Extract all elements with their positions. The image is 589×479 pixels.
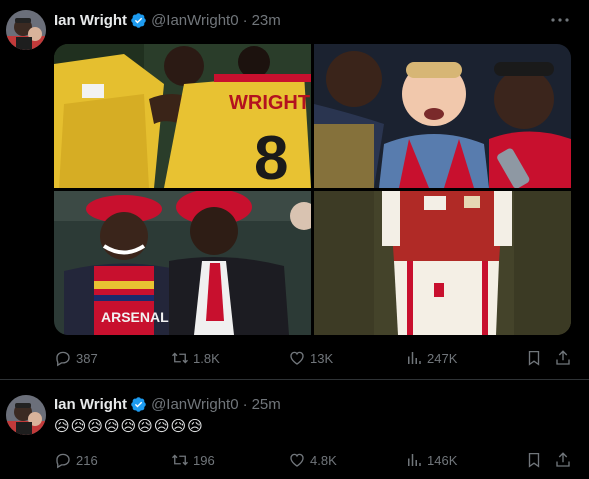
reply-icon <box>56 453 70 469</box>
retweet-button[interactable]: 196 <box>171 451 215 469</box>
more-icon[interactable] <box>549 11 571 29</box>
separator-dot: · <box>242 395 248 413</box>
jersey-name: WRIGHT <box>229 92 310 114</box>
share-button[interactable] <box>554 451 576 469</box>
view-count: 247K <box>427 350 458 366</box>
heart-icon <box>290 453 304 467</box>
bookmark-icon <box>528 350 540 366</box>
timestamp[interactable]: 23m <box>252 12 281 29</box>
avatar[interactable] <box>6 10 46 50</box>
reply-button[interactable]: 216 <box>54 451 98 469</box>
separator-dot: · <box>242 11 248 29</box>
bookmark-button[interactable] <box>525 349 547 367</box>
like-count: 13K <box>310 350 334 366</box>
bookmark-icon <box>528 452 540 468</box>
tweet[interactable]: Ian Wright @IanWright0 · 25m 😥😥😥😥😥😥😥😥😥 2… <box>0 381 589 479</box>
like-count: 4.8K <box>310 452 337 468</box>
photo-red-shirt[interactable] <box>314 191 571 335</box>
tweet-actions: 216 196 4.8K 146K <box>54 450 574 470</box>
display-name[interactable]: Ian Wright <box>54 396 127 413</box>
share-button[interactable] <box>554 349 576 367</box>
photo-celebration[interactable] <box>314 44 571 188</box>
photo-arsenal-scarf[interactable]: ARSENAL <box>54 191 311 335</box>
tweet-header: Ian Wright @IanWright0 · 25m <box>54 394 281 414</box>
retweet-button[interactable]: 1.8K <box>171 349 220 367</box>
reply-button[interactable]: 387 <box>54 349 98 367</box>
reply-icon <box>56 351 70 367</box>
like-button[interactable]: 4.8K <box>288 451 337 469</box>
media-grid: WRIGHT 8 ARSENAL <box>54 44 571 335</box>
bookmark-button[interactable] <box>525 451 547 469</box>
heart-icon <box>290 351 304 365</box>
timestamp[interactable]: 25m <box>252 396 281 413</box>
retweet-icon <box>172 352 188 364</box>
handle[interactable]: @IanWright0 <box>151 396 239 413</box>
share-icon <box>556 350 570 365</box>
share-icon <box>556 452 570 467</box>
handle[interactable]: @IanWright0 <box>151 12 239 29</box>
tweet[interactable]: Ian Wright @IanWright0 · 23m WRIGHT 8 AR… <box>0 0 589 380</box>
verified-badge-icon <box>130 396 147 413</box>
tweet-actions: 387 1.8K 13K 247K <box>54 348 574 368</box>
reply-count: 216 <box>76 452 98 468</box>
reply-count: 387 <box>76 350 98 366</box>
jersey-number: 8 <box>254 124 288 188</box>
avatar[interactable] <box>6 395 46 435</box>
display-name[interactable]: Ian Wright <box>54 12 127 29</box>
views-button[interactable]: 146K <box>405 451 457 469</box>
tweet-text: 😥😥😥😥😥😥😥😥😥 <box>54 417 204 435</box>
retweet-count: 1.8K <box>193 350 220 366</box>
views-icon <box>408 352 421 364</box>
view-count: 146K <box>427 452 458 468</box>
scarf-text: ARSENAL <box>101 309 169 325</box>
views-button[interactable]: 247K <box>405 349 457 367</box>
photo-wright-shirt[interactable]: WRIGHT 8 <box>54 44 311 188</box>
retweet-icon <box>172 454 188 466</box>
retweet-count: 196 <box>193 452 215 468</box>
views-icon <box>408 454 421 466</box>
verified-badge-icon <box>130 12 147 29</box>
tweet-header: Ian Wright @IanWright0 · 23m <box>54 10 281 30</box>
like-button[interactable]: 13K <box>288 349 333 367</box>
